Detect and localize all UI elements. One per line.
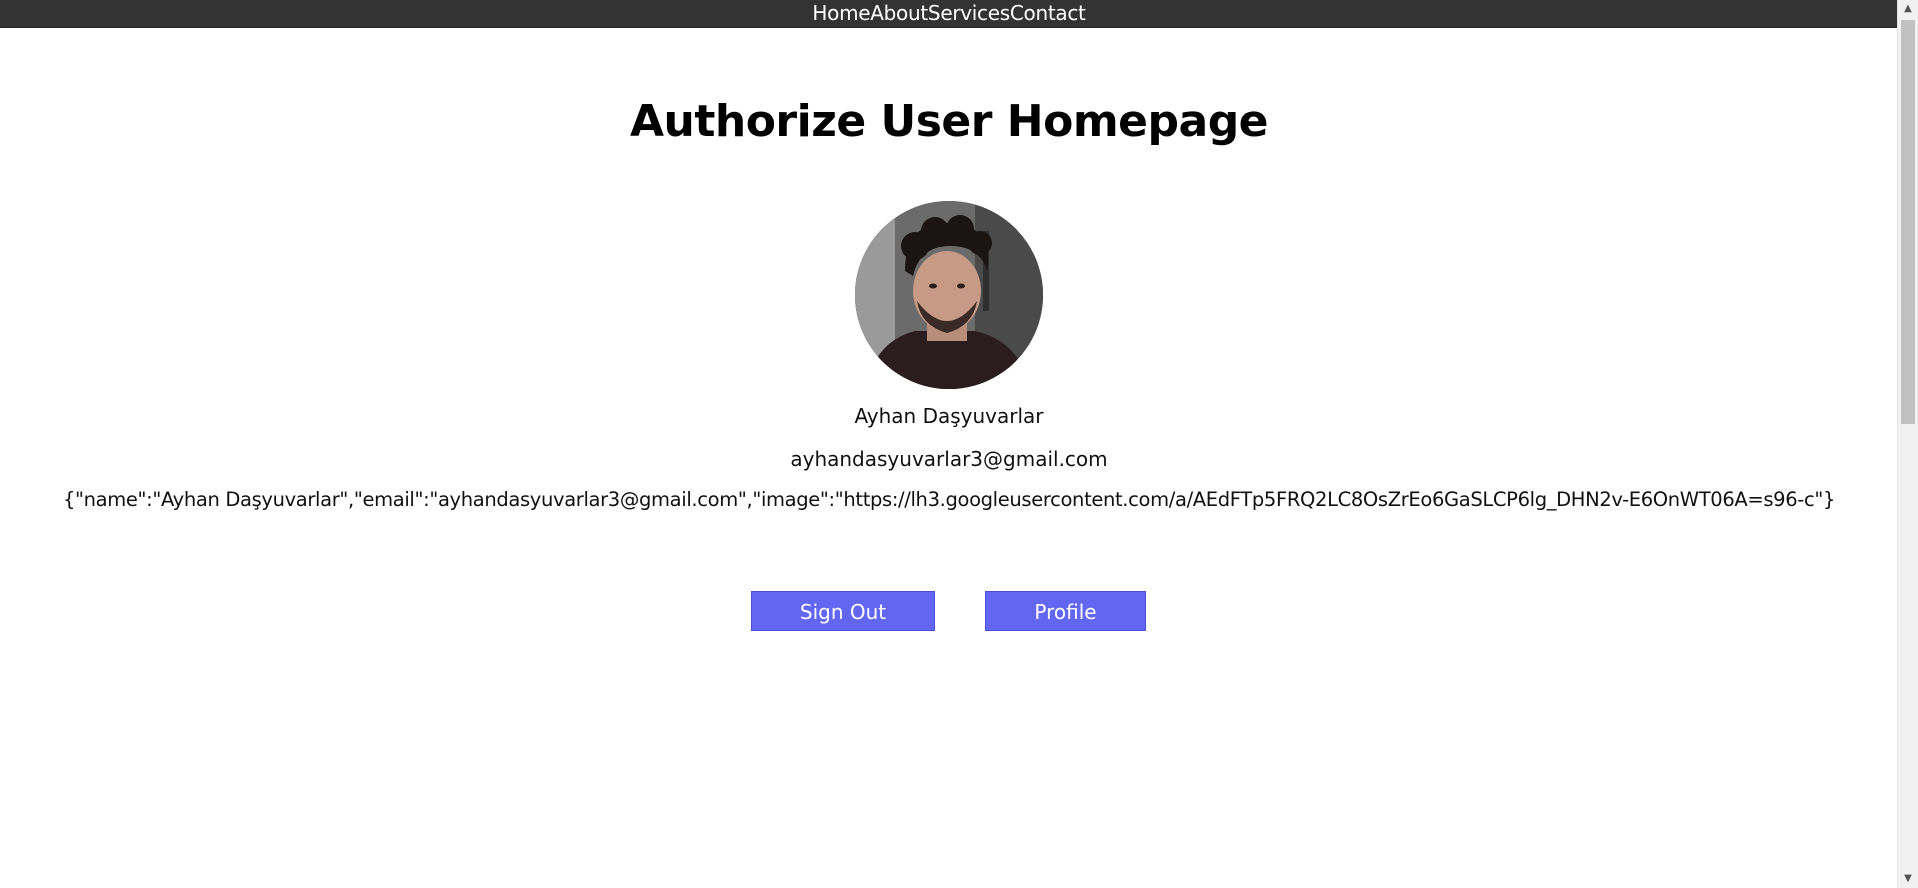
scroll-down-arrow-icon[interactable]: ▼	[1898, 870, 1918, 888]
avatar	[855, 201, 1043, 389]
browser-viewport: Home About Services Contact Authorize Us…	[0, 0, 1918, 888]
scrollbar-thumb[interactable]	[1901, 20, 1915, 424]
user-name: Ayhan Daşyuvarlar	[854, 404, 1044, 428]
top-navbar: Home About Services Contact	[0, 0, 1898, 28]
vertical-scrollbar[interactable]: ▲ ▼	[1897, 0, 1918, 888]
profile-button[interactable]: Profile	[985, 591, 1146, 631]
scroll-up-arrow-icon[interactable]: ▲	[1898, 0, 1918, 18]
user-json: {"name":"Ayhan Daşyuvarlar","email":"ayh…	[62, 488, 1836, 511]
sign-out-button[interactable]: Sign Out	[751, 591, 935, 631]
nav-link-about[interactable]: About	[870, 0, 928, 27]
avatar-photo-icon	[855, 201, 1043, 389]
nav-link-services[interactable]: Services	[928, 0, 1010, 27]
nav-link-home[interactable]: Home	[812, 0, 870, 27]
user-email: ayhandasyuvarlar3@gmail.com	[790, 447, 1108, 471]
nav-link-contact[interactable]: Contact	[1010, 0, 1086, 27]
page-title: Authorize User Homepage	[629, 96, 1269, 147]
